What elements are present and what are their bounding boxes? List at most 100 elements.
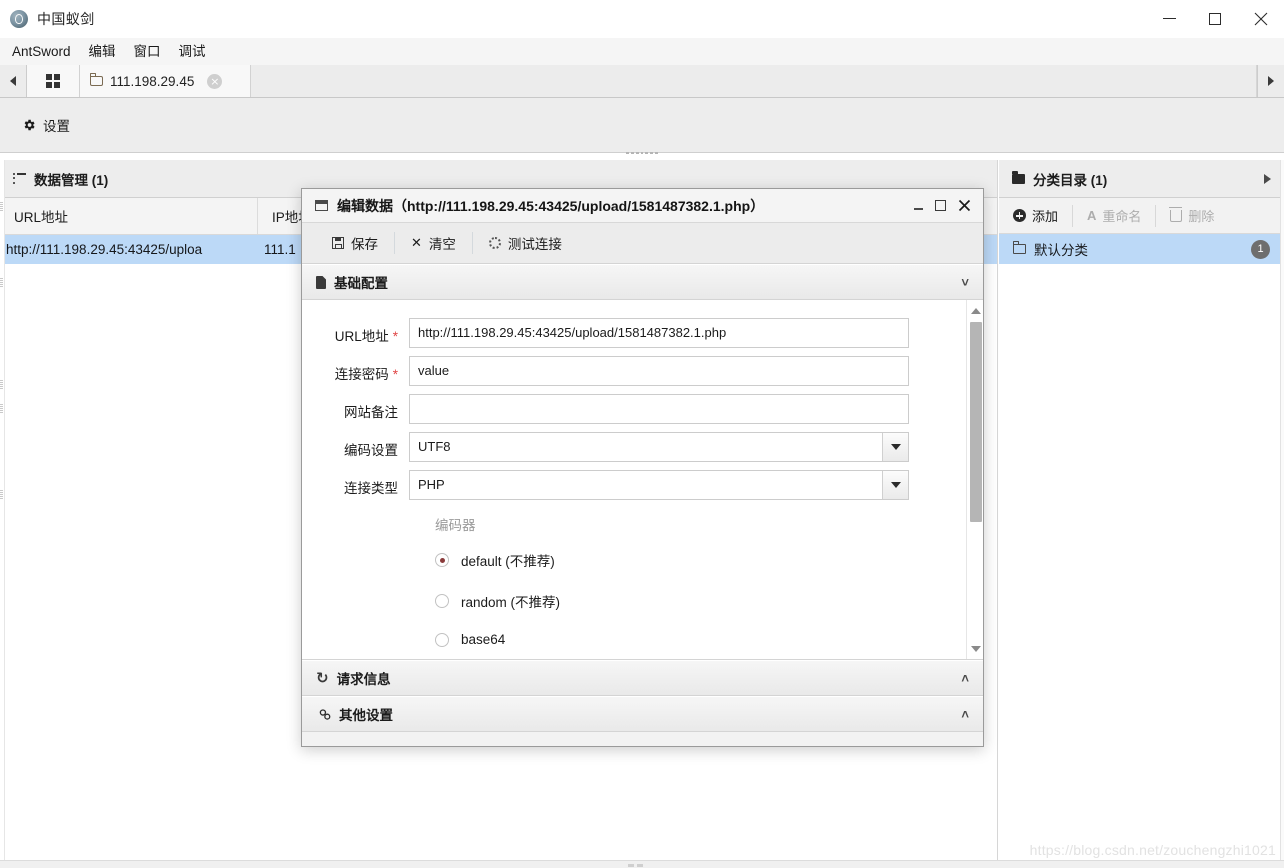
dialog-titlebar[interactable]: 编辑数据（http://111.198.29.45:43425/upload/1…	[302, 189, 983, 223]
radio-label-default: default (不推荐)	[461, 554, 555, 569]
gear-icon	[22, 118, 36, 132]
basic-config-form: URL地址 * http://111.198.29.45:43425/upload…	[302, 300, 983, 647]
field-row-encoding: 编码设置 UTF8	[302, 432, 983, 462]
dialog-title: 编辑数据（http://111.198.29.45:43425/upload/1…	[337, 197, 765, 214]
folder-outline-icon	[1012, 241, 1026, 254]
spinner-icon	[488, 237, 501, 249]
field-row-remark: 网站备注	[302, 394, 983, 424]
dialog-maximize-icon[interactable]	[935, 200, 946, 211]
section-label-request: 请求信息	[336, 672, 391, 687]
radio-option-base64[interactable]: base64	[435, 632, 983, 647]
category-panel-header: 分类目录 (1)	[999, 160, 1284, 198]
chevron-down-icon[interactable]	[882, 471, 908, 499]
encoder-radio-group: 编码器 default (不推荐) random (不推荐) base64	[302, 508, 983, 647]
menu-item-antsword[interactable]: AntSword	[3, 39, 80, 65]
column-header-url[interactable]: URL地址	[0, 198, 258, 234]
list-icon	[13, 173, 26, 184]
url-input[interactable]: http://111.198.29.45:43425/upload/158148…	[409, 318, 909, 348]
radio-label-random: random (不推荐)	[461, 595, 561, 610]
window-titlebar: 中国蚁剑	[0, 0, 1284, 39]
tab-home[interactable]	[27, 65, 80, 97]
section-header-basic[interactable]: 基础配置 ˅	[302, 264, 983, 300]
tabstrip-scroll-right-button[interactable]	[1257, 65, 1284, 97]
save-label: 保存	[351, 237, 378, 252]
data-management-title: 数据管理 (1)	[34, 172, 109, 188]
chevron-up-icon: ˄	[961, 670, 969, 686]
tabstrip: 111.198.29.45 ×	[0, 65, 1284, 98]
settings-label: 设置	[43, 119, 70, 134]
delete-category-button[interactable]: 删除	[1156, 205, 1228, 227]
panel-splitter-handle[interactable]	[626, 151, 659, 155]
window-controls	[1146, 0, 1284, 38]
radio-icon[interactable]	[435, 632, 449, 647]
tab-close-icon[interactable]: ×	[207, 73, 223, 89]
chevron-down-icon: ˅	[961, 274, 969, 290]
scrollbar-thumb[interactable]	[970, 322, 982, 522]
antsword-logo-icon	[10, 10, 28, 28]
radio-icon[interactable]	[435, 553, 449, 567]
scroll-down-arrow-icon[interactable]	[967, 640, 983, 657]
close-icon[interactable]	[1238, 0, 1284, 37]
category-count-badge: 1	[1251, 239, 1270, 259]
settings-button[interactable]: 设置	[22, 115, 70, 135]
chevron-left-icon	[10, 76, 16, 86]
minimize-icon[interactable]	[1146, 0, 1192, 37]
password-input[interactable]: value	[409, 356, 909, 386]
test-connection-button[interactable]: 测试连接	[473, 232, 578, 254]
add-category-button[interactable]: 添加	[999, 204, 1074, 227]
section-label-basic: 基础配置	[334, 276, 388, 291]
radio-option-default[interactable]: default (不推荐)	[435, 550, 983, 570]
dialog-scrollbar[interactable]	[966, 300, 983, 659]
menu-item-window[interactable]: 窗口	[125, 39, 170, 65]
window-icon	[315, 200, 328, 211]
label-password: 连接密码 *	[334, 367, 398, 382]
remark-input[interactable]	[409, 394, 909, 424]
delete-category-label: 删除	[1188, 209, 1215, 224]
radio-label-base64: base64	[461, 632, 506, 647]
section-header-other[interactable]: 其他设置 ˄	[302, 696, 983, 732]
dialog-body: URL地址 * http://111.198.29.45:43425/upload…	[302, 300, 983, 660]
window-title: 中国蚁剑	[37, 11, 95, 27]
rename-category-button[interactable]: A 重命名	[1073, 204, 1157, 227]
menu-item-debug[interactable]: 调试	[170, 39, 215, 65]
category-panel: 分类目录 (1) 添加 A 重命名 删除 默认分类 1	[999, 160, 1284, 860]
label-url: URL地址 *	[334, 329, 398, 344]
dialog-toolbar: 保存 ✕ 清空 测试连接	[302, 223, 983, 264]
clear-button[interactable]: ✕ 清空	[395, 232, 473, 254]
settings-toolbar: 设置	[0, 98, 1284, 153]
left-edge-scrollbar[interactable]	[0, 160, 5, 860]
right-edge-scrollbar[interactable]	[1280, 160, 1284, 860]
menubar: AntSword 编辑 窗口 调试	[0, 38, 1284, 66]
category-toolbar: 添加 A 重命名 删除	[999, 198, 1284, 234]
rename-icon: A	[1087, 208, 1097, 223]
scroll-up-arrow-icon[interactable]	[967, 302, 983, 319]
dialog-close-icon[interactable]	[958, 199, 971, 212]
required-marker: *	[392, 329, 398, 344]
dialog-minimize-icon[interactable]	[914, 201, 923, 210]
label-conn-type: 连接类型	[344, 481, 398, 496]
maximize-icon[interactable]	[1192, 0, 1238, 37]
clear-label: 清空	[428, 237, 456, 252]
radio-icon[interactable]	[435, 594, 449, 608]
list-item[interactable]: 默认分类 1	[999, 234, 1284, 264]
section-label-other: 其他设置	[339, 708, 393, 723]
label-encoding: 编码设置	[344, 443, 398, 458]
encoder-group-title: 编码器	[435, 518, 476, 533]
section-header-request[interactable]: ↺ 请求信息 ˄	[302, 660, 983, 696]
save-icon	[332, 237, 344, 249]
chevron-down-icon[interactable]	[882, 433, 908, 461]
tab-111-198-29-45[interactable]: 111.198.29.45 ×	[80, 65, 251, 97]
radio-option-random[interactable]: random (不推荐)	[435, 591, 983, 611]
chevron-right-icon[interactable]	[1264, 173, 1271, 184]
menu-item-edit[interactable]: 编辑	[80, 39, 125, 65]
save-button[interactable]: 保存	[316, 232, 395, 254]
dialog-footer	[302, 732, 983, 746]
connection-type-select[interactable]: PHP	[409, 470, 909, 500]
category-panel-title: 分类目录 (1)	[1033, 172, 1108, 188]
gears-icon	[316, 707, 331, 721]
chevron-up-icon: ˄	[961, 706, 969, 722]
folder-icon	[89, 73, 103, 86]
encoding-select[interactable]: UTF8	[409, 432, 909, 462]
tabstrip-empty-area	[251, 65, 1257, 97]
tabstrip-scroll-left-button[interactable]	[0, 65, 27, 97]
